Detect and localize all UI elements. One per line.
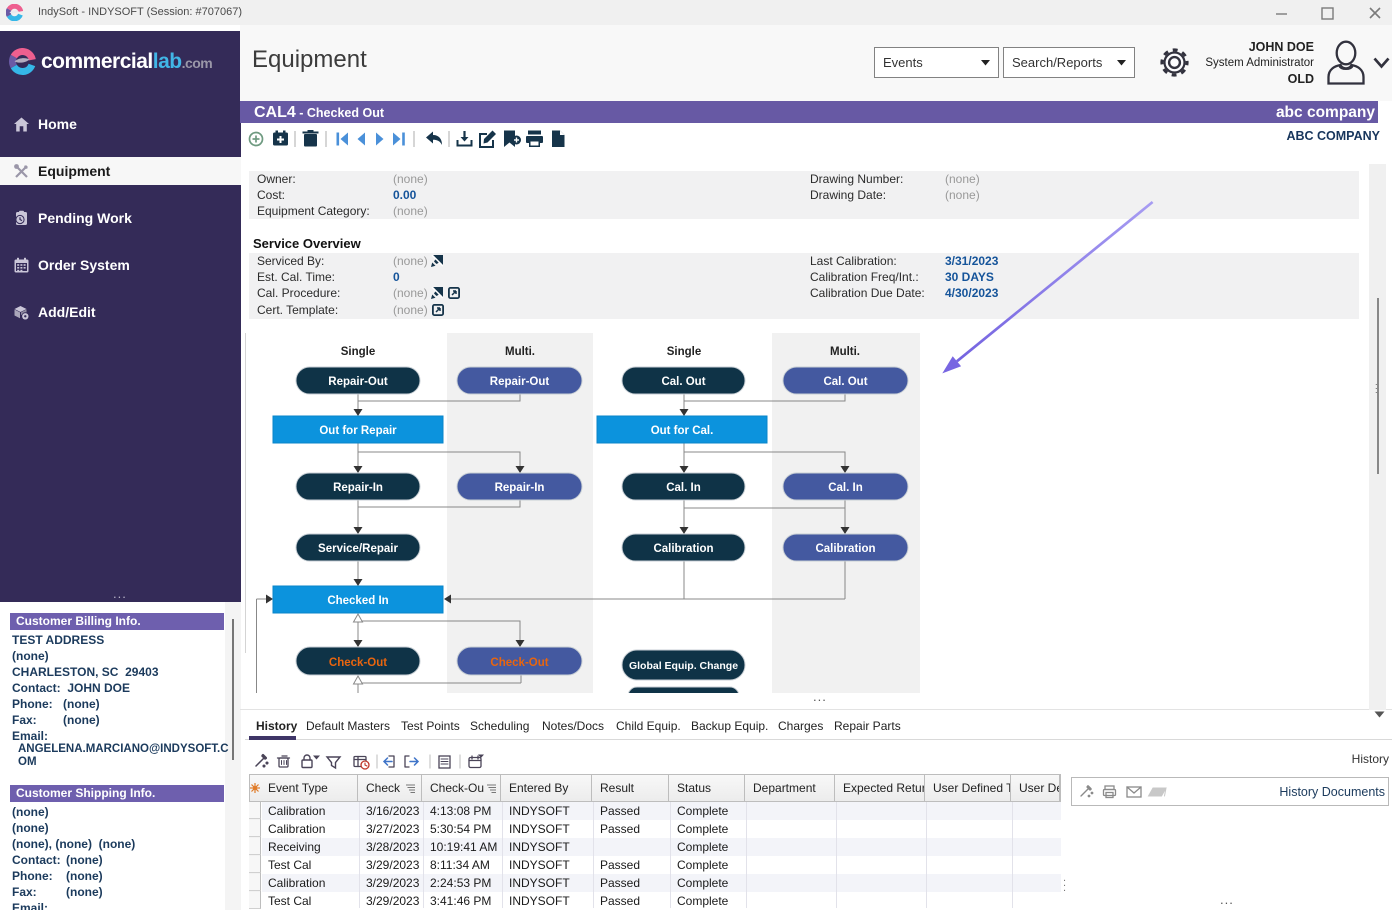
svg-text:Repair-In: Repair-In: [333, 482, 383, 494]
svg-text:Cal. In: Cal. In: [666, 482, 701, 494]
svg-text:Multi.: Multi.: [505, 346, 535, 358]
svg-text:Cal. Out: Cal. Out: [661, 376, 705, 388]
svg-text:Out for Repair: Out for Repair: [319, 425, 397, 437]
svg-text:Checked In: Checked In: [327, 595, 388, 607]
svg-text:Out for Cal.: Out for Cal.: [651, 425, 714, 437]
svg-text:Check-Out: Check-Out: [329, 657, 387, 669]
svg-text:Service/Repair: Service/Repair: [318, 543, 398, 555]
svg-text:Repair-In: Repair-In: [495, 482, 545, 494]
svg-text:Cal. In: Cal. In: [828, 482, 863, 494]
svg-text:Single: Single: [667, 346, 702, 358]
svg-text:Multi.: Multi.: [830, 346, 860, 358]
svg-text:Repair-Out: Repair-Out: [328, 376, 388, 388]
svg-text:Check-Out: Check-Out: [490, 657, 548, 669]
svg-text:Single: Single: [341, 346, 376, 358]
svg-text:Calibration: Calibration: [653, 543, 713, 555]
svg-text:Cal. Out: Cal. Out: [823, 376, 867, 388]
svg-text:Repair-Out: Repair-Out: [490, 376, 550, 388]
svg-text:Calibration: Calibration: [815, 543, 875, 555]
svg-text:Global Equip. Change: Global Equip. Change: [629, 660, 738, 672]
